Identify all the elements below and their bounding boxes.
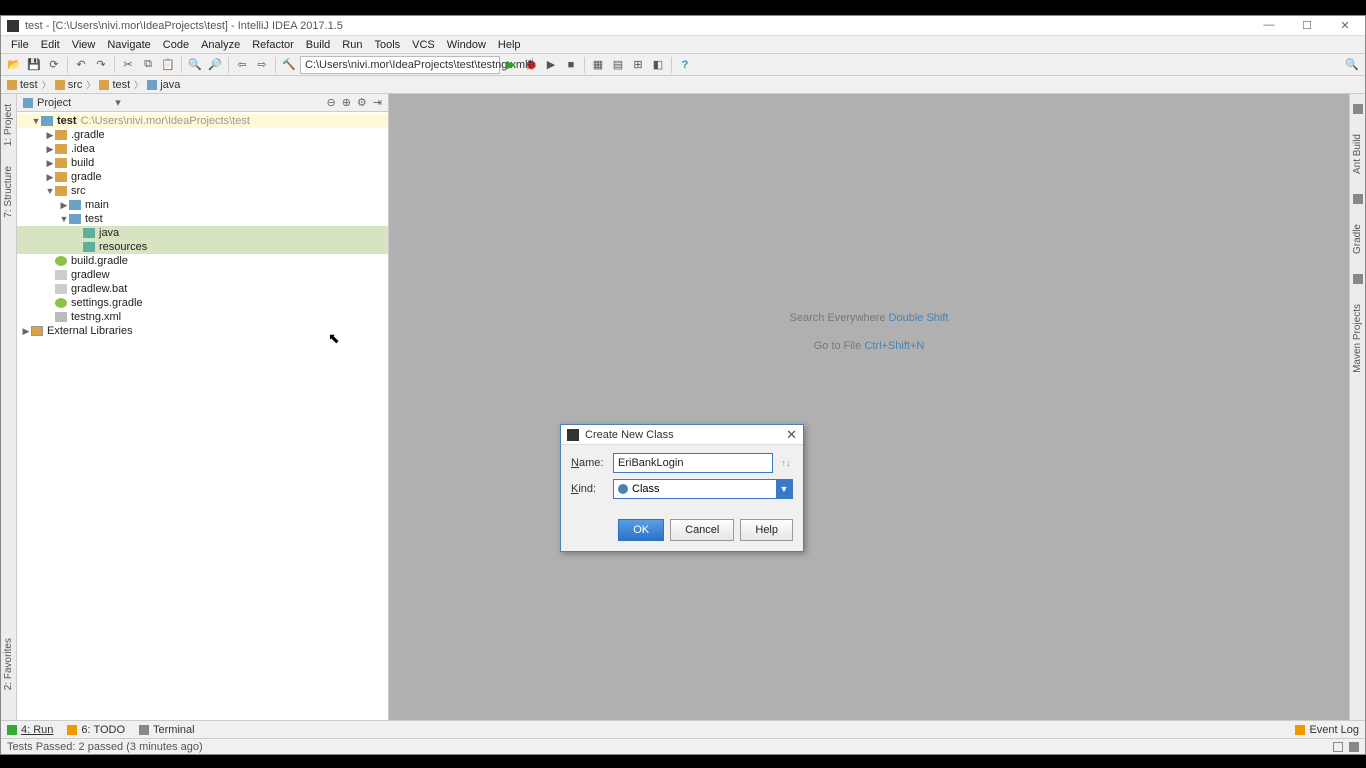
titlebar: test - [C:\Users\nivi.mor\IdeaProjects\t… [1,16,1365,36]
profile-icon[interactable]: ◧ [649,56,667,74]
run-icon[interactable]: ▶ [502,56,520,74]
todo-tw-icon [67,725,77,735]
help-icon[interactable]: ? [676,56,694,74]
breadcrumb: test 〉 src 〉 test 〉 java [1,76,1365,94]
close-button[interactable]: ✕ [1331,19,1359,32]
status-text: Tests Passed: 2 passed (3 minutes ago) [7,741,203,753]
menu-view[interactable]: View [66,37,102,53]
cancel-button[interactable]: Cancel [670,519,734,541]
hector-icon[interactable] [1349,742,1359,752]
find-icon[interactable]: 🔍 [186,56,204,74]
app-icon [7,20,19,32]
redo-icon[interactable]: ↷ [92,56,110,74]
copy-icon[interactable]: ⧉ [139,56,157,74]
build-icon[interactable]: 🔨 [280,56,298,74]
name-label: Name: [571,457,607,469]
menu-refactor[interactable]: Refactor [246,37,300,53]
dialog-close-icon[interactable]: ✕ [786,427,797,443]
menu-code[interactable]: Code [157,37,195,53]
maximize-button[interactable]: ☐ [1293,19,1321,32]
bc-java[interactable]: java [147,79,180,91]
lock-icon[interactable] [1333,742,1343,752]
ok-button[interactable]: OK [618,519,664,541]
dialog-titlebar: Create New Class ✕ [561,425,803,445]
modal-dim [1,94,1365,720]
class-icon [618,484,628,494]
paste-icon[interactable]: 📋 [159,56,177,74]
sync-icon[interactable]: ⟳ [45,56,63,74]
stop-icon[interactable]: ■ [562,56,580,74]
name-input[interactable] [613,453,773,473]
main-area: 1: Project 7: Structure 2: Favorites Pro… [1,94,1365,720]
menubar: File Edit View Navigate Code Analyze Ref… [1,36,1365,54]
bottom-toolwindow-bar: 4: Run 6: TODO Terminal Event Log [1,720,1365,738]
menu-navigate[interactable]: Navigate [101,37,156,53]
cut-icon[interactable]: ✂ [119,56,137,74]
bc-root[interactable]: test [7,79,38,91]
forward-icon[interactable]: ⇨ [253,56,271,74]
sdk-icon[interactable]: ▤ [609,56,627,74]
minimize-button[interactable]: — [1255,19,1283,32]
run-config-selector[interactable]: C:\Users\nivi.mor\IdeaProjects\test\test… [300,56,500,74]
search-everywhere-icon[interactable]: 🔍 [1343,56,1361,74]
open-icon[interactable]: 📂 [5,56,23,74]
tw-run[interactable]: 4: Run [7,724,53,736]
menu-file[interactable]: File [5,37,35,53]
menu-edit[interactable]: Edit [35,37,66,53]
bc-test[interactable]: test [99,79,130,91]
menu-vcs[interactable]: VCS [406,37,441,53]
save-icon[interactable]: 💾 [25,56,43,74]
menu-run[interactable]: Run [336,37,368,53]
create-class-dialog: Create New Class ✕ Name: ↑↓ Kind: Class … [560,424,804,552]
tw-eventlog[interactable]: Event Log [1295,724,1359,736]
dialog-icon [567,429,579,441]
undo-icon[interactable]: ↶ [72,56,90,74]
menu-help[interactable]: Help [492,37,527,53]
menu-build[interactable]: Build [300,37,336,53]
back-icon[interactable]: ⇦ [233,56,251,74]
menu-analyze[interactable]: Analyze [195,37,246,53]
kind-select[interactable]: Class ▼ [613,479,793,499]
bc-src[interactable]: src [55,79,83,91]
debug-icon[interactable]: 🐞 [522,56,540,74]
toolbar: 📂 💾 ⟳ ↶ ↷ ✂ ⧉ 📋 🔍 🔎 ⇦ ⇨ 🔨 C:\Users\nivi.… [1,54,1365,76]
coverage-icon[interactable]: ▶ [542,56,560,74]
structure-icon[interactable]: ⊞ [629,56,647,74]
kind-value: Class [632,483,660,495]
dialog-title: Create New Class [585,429,674,441]
run-tw-icon [7,725,17,735]
replace-icon[interactable]: 🔎 [206,56,224,74]
run-config-text: C:\Users\nivi.mor\IdeaProjects\test\test… [305,59,528,71]
eventlog-tw-icon [1295,725,1305,735]
tw-todo[interactable]: 6: TODO [67,724,125,736]
chevron-down-icon: ▼ [776,480,792,498]
app-window: test - [C:\Users\nivi.mor\IdeaProjects\t… [0,15,1366,755]
help-button[interactable]: Help [740,519,793,541]
menu-window[interactable]: Window [441,37,492,53]
terminal-tw-icon [139,725,149,735]
kind-label: Kind: [571,483,607,495]
tw-terminal[interactable]: Terminal [139,724,195,736]
history-arrows-icon[interactable]: ↑↓ [779,458,793,468]
avd-icon[interactable]: ▦ [589,56,607,74]
statusbar: Tests Passed: 2 passed (3 minutes ago) [1,738,1365,754]
title-text: test - [C:\Users\nivi.mor\IdeaProjects\t… [25,20,343,32]
menu-tools[interactable]: Tools [368,37,406,53]
